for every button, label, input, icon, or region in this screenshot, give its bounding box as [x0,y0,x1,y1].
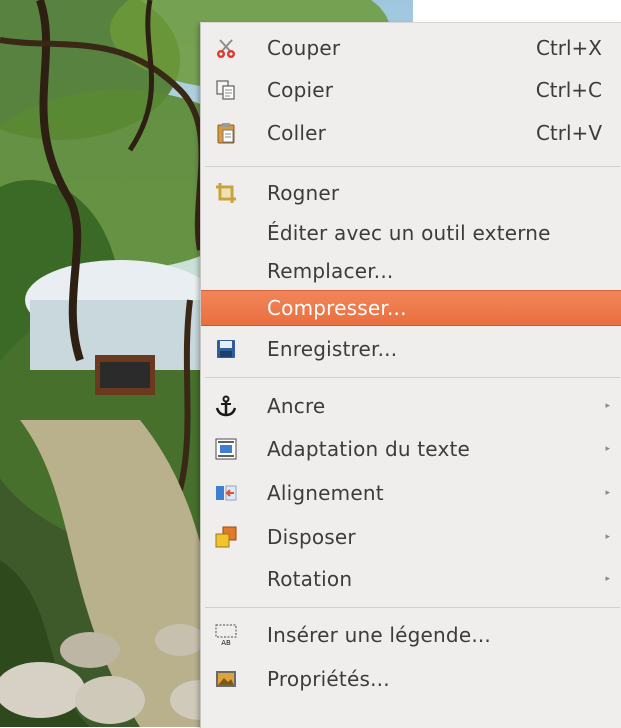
menu-item-compresser[interactable]: Compresser... [201,290,621,326]
menu-item-label: Compresser... [267,296,407,320]
shortcut-label: Ctrl+C [535,78,602,102]
menu-item-coller[interactable]: Coller Ctrl+V [201,111,621,155]
context-menu: Couper Ctrl+X Copier Ctrl+C Coller Ctrl+… [200,22,621,728]
submenu-arrow-icon: ▸ [605,444,610,454]
menu-item-rogner[interactable]: Rogner [201,173,621,213]
menu-item-disposer[interactable]: Disposer ▸ [201,515,621,559]
caption-icon: AB [215,624,237,646]
menu-item-label: Propriétés... [267,667,390,691]
menu-item-ancre[interactable]: Ancre ▸ [201,385,621,427]
arrange-icon [215,526,237,548]
menu-item-label: Copier [267,78,334,102]
menu-separator [205,166,620,167]
menu-item-label: Insérer une légende... [267,623,491,647]
submenu-arrow-icon: ▸ [605,574,610,584]
text-wrap-icon [215,438,237,460]
menu-item-enregistrer[interactable]: Enregistrer... [201,328,621,370]
menu-item-label: Rogner [267,181,340,205]
submenu-arrow-icon: ▸ [605,401,610,411]
alignment-icon [216,485,237,501]
menu-item-couper[interactable]: Couper Ctrl+X [201,27,621,69]
menu-item-label: Alignement [267,481,384,505]
paste-icon [217,123,235,144]
screen: Couper Ctrl+X Copier Ctrl+C Coller Ctrl+… [0,0,621,728]
menu-item-copier[interactable]: Copier Ctrl+C [201,69,621,111]
menu-item-label: Rotation [267,567,353,591]
menu-separator [205,377,620,378]
submenu-arrow-icon: ▸ [605,488,610,498]
menu-item-label: Adaptation du texte [267,437,471,461]
menu-item-label: Couper [267,36,341,60]
menu-item-label: Remplacer... [267,259,394,283]
shortcut-label: Ctrl+V [535,121,602,145]
menu-item-label: Disposer [267,525,356,549]
scissors-icon [217,39,235,58]
anchor-icon [215,395,237,417]
menu-item-label: Éditer avec un outil externe [267,221,551,245]
svg-text:AB: AB [221,639,231,646]
copy-icon [216,80,235,100]
menu-item-editer-externe[interactable]: Éditer avec un outil externe [201,213,621,253]
menu-item-proprietes[interactable]: Propriétés... [201,657,621,701]
crop-icon [216,183,236,203]
shortcut-label: Ctrl+X [535,36,602,60]
menu-item-adaptation-texte[interactable]: Adaptation du texte ▸ [201,427,621,471]
menu-item-label: Coller [267,121,327,145]
menu-item-rotation[interactable]: Rotation ▸ [201,559,621,599]
submenu-arrow-icon: ▸ [605,532,610,542]
menu-item-label: Ancre [267,394,326,418]
save-icon [217,340,235,358]
menu-item-label: Enregistrer... [267,337,398,361]
properties-icon [216,671,236,687]
menu-item-inserer-legende[interactable]: AB Insérer une légende... [201,613,621,657]
menu-item-alignement[interactable]: Alignement ▸ [201,471,621,515]
menu-item-remplacer[interactable]: Remplacer... [201,253,621,289]
menu-separator [205,607,620,608]
